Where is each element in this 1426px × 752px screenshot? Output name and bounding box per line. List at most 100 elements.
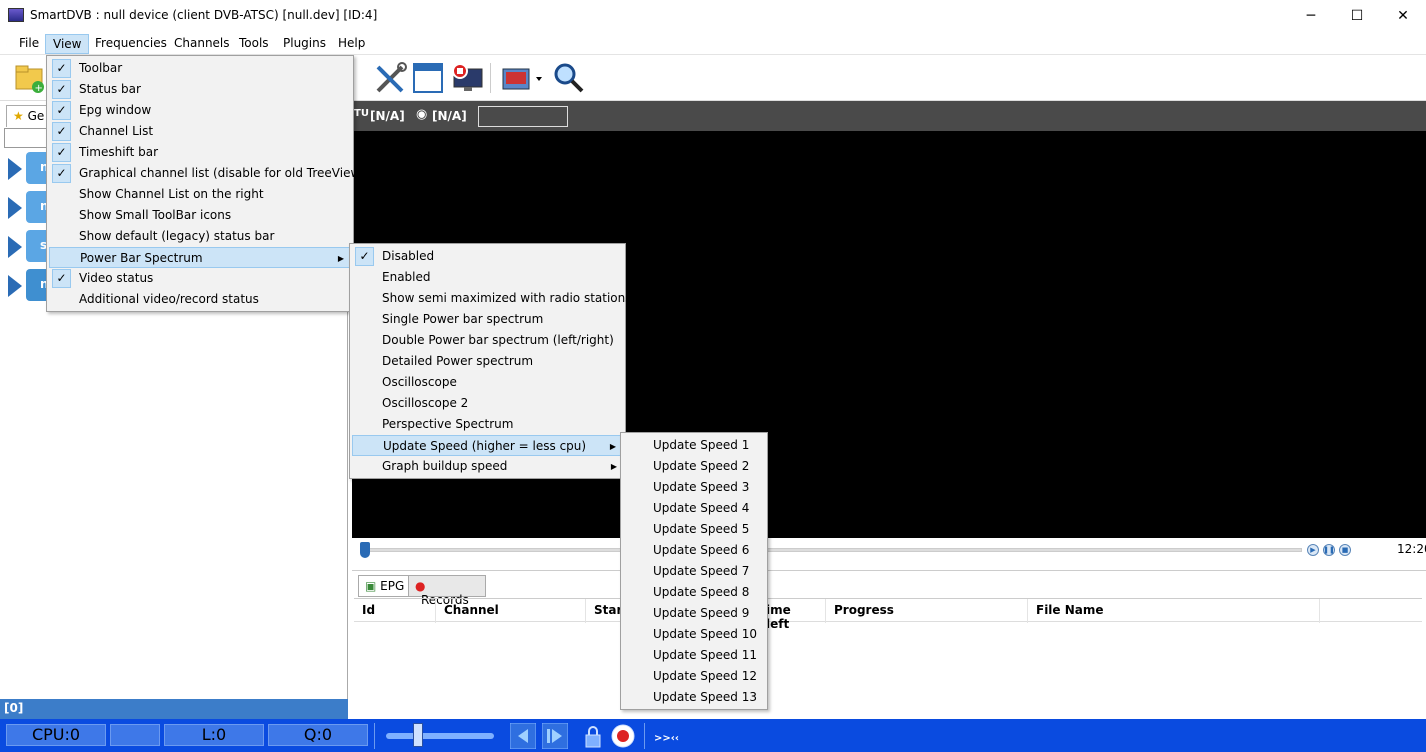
view-menu-channel-list[interactable]: ✓ Channel List: [49, 121, 351, 142]
update-speed-item[interactable]: Update Speed 10: [623, 624, 765, 645]
spectrum-enabled[interactable]: Enabled: [352, 267, 623, 288]
view-menu-status-bar[interactable]: ✓ Status bar: [49, 79, 351, 100]
check-icon: ✓: [52, 59, 71, 78]
record-monitor-icon[interactable]: [450, 61, 484, 95]
spectrum-oscilloscope[interactable]: Oscilloscope: [352, 372, 623, 393]
search-icon[interactable]: [552, 61, 586, 95]
spectrum-oscilloscope-2[interactable]: Oscilloscope 2: [352, 393, 623, 414]
update-speed-item[interactable]: Update Speed 3: [623, 477, 765, 498]
check-icon: ✓: [52, 143, 71, 162]
minimize-button[interactable]: ─: [1288, 0, 1334, 31]
view-menu: ✓ Toolbar ✓ Status bar ✓ Epg window ✓ Channe…: [46, 55, 365, 312]
epg-records-pane: ▣ EPG ● Records Id Channel Start ime lef…: [352, 570, 1426, 719]
update-speed-item[interactable]: Update Speed 2: [623, 456, 765, 477]
status-separator: [374, 723, 375, 749]
submenu-arrow-icon: ▶: [609, 442, 616, 451]
spectrum-semi-maximized[interactable]: Show semi maximized with radio stations: [352, 288, 632, 309]
check-icon: ✓: [52, 101, 71, 120]
view-menu-graphical-channel-list[interactable]: ✓ Graphical channel list (disable for old…: [49, 163, 365, 184]
window-title: SmartDVB : null device (client DVB-ATSC)…: [30, 8, 378, 22]
submenu-arrow-icon: ▶: [610, 462, 617, 471]
spectrum-single[interactable]: Single Power bar spectrum: [352, 309, 623, 330]
volume-thumb[interactable]: [413, 723, 424, 747]
spectrum-update-speed[interactable]: Update Speed (higher = less cpu) ▶: [352, 435, 623, 456]
menu-tools[interactable]: Tools: [232, 34, 276, 54]
view-menu-timeshift-bar[interactable]: ✓ Timeshift bar: [49, 142, 351, 163]
view-menu-power-bar-spectrum[interactable]: Power Bar Spectrum ▶: [49, 247, 351, 268]
menu-file[interactable]: File: [12, 34, 46, 54]
update-speed-item[interactable]: Update Speed 4: [623, 498, 765, 519]
spectrum-disabled[interactable]: ✓ Disabled: [352, 246, 623, 267]
view-menu-additional-status[interactable]: Additional video/record status: [49, 289, 351, 310]
view-menu-channel-list-right[interactable]: Show Channel List on the right: [49, 184, 351, 205]
spectrum-double[interactable]: Double Power bar spectrum (left/right): [352, 330, 623, 351]
update-speed-item[interactable]: Update Speed 1: [623, 435, 765, 456]
view-menu-legacy-status-bar[interactable]: Show default (legacy) status bar: [49, 226, 351, 247]
check-icon: ✓: [52, 122, 71, 141]
record-icon[interactable]: [610, 723, 636, 749]
col-progress[interactable]: Progress: [826, 599, 1028, 623]
status-scroll-text: >>‹‹: [654, 733, 679, 744]
play-icon[interactable]: ▶: [1307, 544, 1319, 556]
status-bar: CPU:0 L:0 Q:0 >>‹‹: [0, 719, 1426, 752]
volume-track[interactable]: [386, 733, 494, 739]
view-menu-toolbar[interactable]: ✓ Toolbar: [49, 58, 351, 79]
menu-channels[interactable]: Channels: [167, 34, 237, 54]
screen-capture-icon[interactable]: [500, 61, 542, 95]
view-menu-video-status[interactable]: ✓ Video status: [49, 268, 351, 289]
spectrum-graph-buildup-speed[interactable]: Graph buildup speed ▶: [352, 456, 623, 477]
col-id[interactable]: Id: [354, 599, 436, 623]
spectrum-submenu: ✓ Disabled Enabled Show semi maximized wi…: [349, 243, 632, 479]
play-arrow-icon: [8, 275, 22, 297]
l-indicator: L:0: [164, 724, 264, 746]
info-input-box[interactable]: [478, 106, 568, 127]
update-speed-item[interactable]: Update Speed 9: [623, 603, 765, 624]
check-icon: ✓: [355, 247, 374, 266]
open-folder-icon[interactable]: +: [14, 63, 46, 94]
spectrum-detailed[interactable]: Detailed Power spectrum: [352, 351, 623, 372]
update-speed-item[interactable]: Update Speed 12: [623, 666, 765, 687]
channel-group-label: Ge: [27, 109, 45, 123]
tab-epg-label: EPG: [380, 579, 405, 593]
rewind-icon[interactable]: [509, 722, 537, 750]
records-grid-header: Id Channel Start ime left Progress File …: [354, 598, 1422, 631]
col-time-left[interactable]: ime left: [758, 599, 826, 631]
update-speed-item[interactable]: Update Speed 13: [623, 687, 765, 708]
signal-field: [N/A]: [370, 109, 405, 123]
clock: 12:20:50: [1397, 542, 1426, 556]
toolbar-separator: [490, 63, 491, 93]
col-file-name[interactable]: File Name: [1028, 599, 1320, 623]
update-speed-item[interactable]: Update Speed 5: [623, 519, 765, 540]
window-icon[interactable]: [412, 61, 446, 95]
view-menu-small-toolbar-icons[interactable]: Show Small ToolBar icons: [49, 205, 351, 226]
update-speed-item[interactable]: Update Speed 6: [623, 540, 765, 561]
update-speed-item[interactable]: Update Speed 7: [623, 561, 765, 582]
view-menu-epg-window[interactable]: ✓ Epg window: [49, 100, 351, 121]
menu-help[interactable]: Help: [331, 34, 372, 54]
menu-bar: File View Frequencies Channels Tools Plu…: [0, 31, 1426, 55]
timeshift-track[interactable]: [362, 548, 1302, 552]
update-speed-item[interactable]: Update Speed 8: [623, 582, 765, 603]
svg-text:+: +: [35, 83, 43, 93]
pause-icon[interactable]: ❚❚: [1323, 544, 1335, 556]
forward-icon[interactable]: [541, 722, 569, 750]
signal-indicator: [110, 724, 160, 746]
update-speed-item[interactable]: Update Speed 11: [623, 645, 765, 666]
lock-icon[interactable]: [580, 723, 606, 749]
spectrum-perspective[interactable]: Perspective Spectrum: [352, 414, 623, 435]
tab-epg[interactable]: ▣ EPG: [358, 575, 412, 597]
menu-plugins[interactable]: Plugins: [276, 34, 333, 54]
col-channel[interactable]: Channel: [436, 599, 586, 623]
tab-records[interactable]: ● Records: [408, 575, 486, 607]
timeshift-thumb[interactable]: [360, 542, 370, 558]
cpu-indicator: CPU:0: [6, 724, 106, 746]
close-button[interactable]: ✕: [1380, 0, 1426, 31]
star-icon: ★: [13, 109, 24, 123]
record-dot-icon: ●: [415, 579, 426, 593]
menu-frequencies[interactable]: Frequencies: [88, 34, 174, 54]
stop-icon[interactable]: ■: [1339, 544, 1351, 556]
menu-view[interactable]: View: [45, 34, 90, 54]
maximize-button[interactable]: ☐: [1334, 0, 1380, 31]
tools-icon[interactable]: [374, 61, 408, 95]
update-speed-submenu: Update Speed 1 Update Speed 2 Update Spe…: [620, 432, 768, 710]
